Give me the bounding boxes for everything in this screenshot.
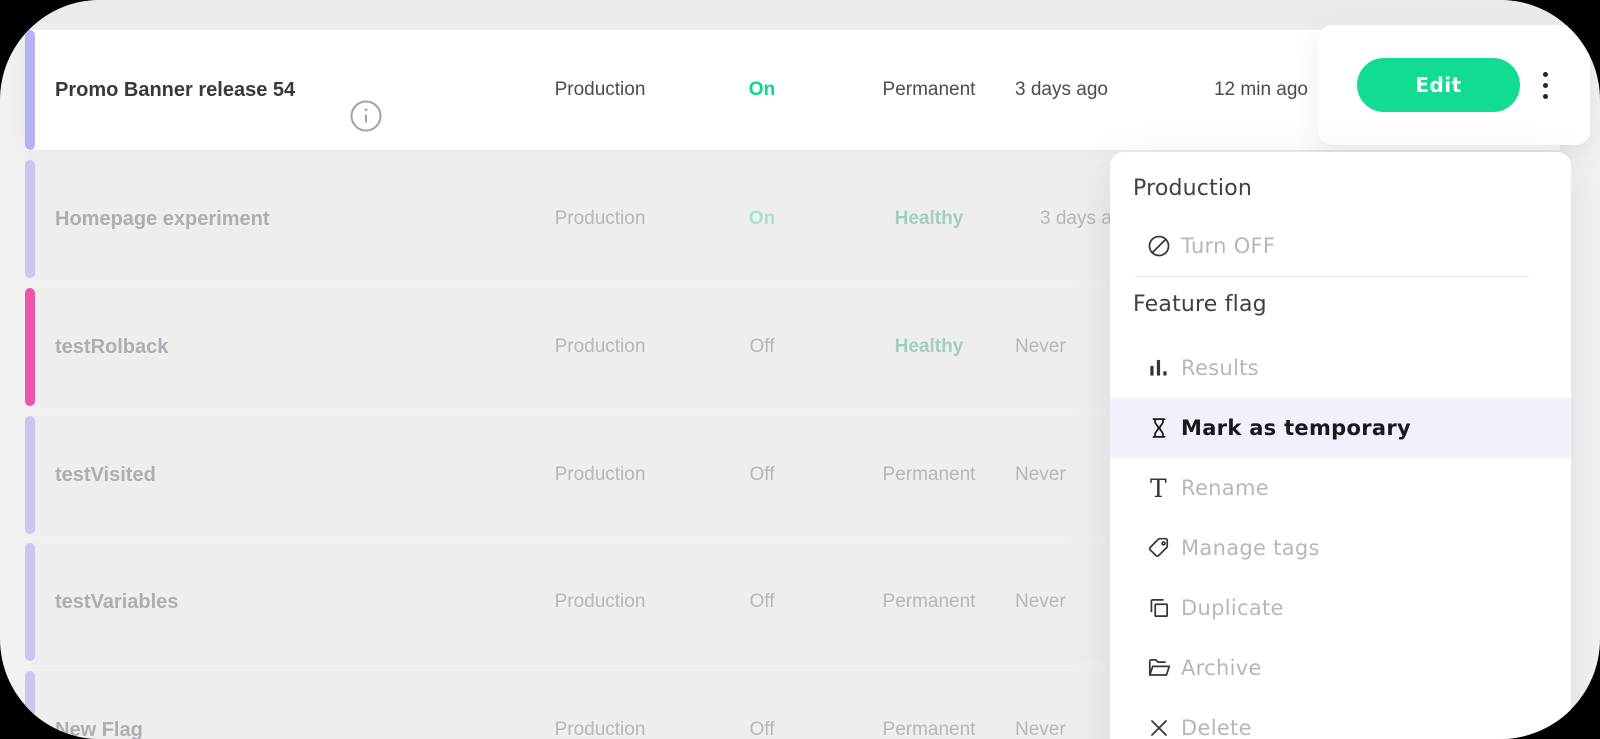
menu-item-manage-tags[interactable]: Manage tags bbox=[1110, 518, 1571, 578]
flag-name: New Flag bbox=[55, 671, 143, 739]
row-color-bar bbox=[25, 160, 35, 278]
menu-item-archive[interactable]: Archive bbox=[1110, 638, 1571, 698]
lifecycle-cell: Healthy bbox=[869, 288, 989, 406]
hourglass-icon bbox=[1145, 415, 1172, 442]
modified-cell: 12 min ago bbox=[1201, 30, 1321, 150]
lifecycle-cell: Permanent bbox=[869, 30, 989, 150]
menu-item-label: Rename bbox=[1181, 476, 1269, 500]
text-icon: T bbox=[1145, 475, 1172, 502]
menu-item-label: Mark as temporary bbox=[1181, 416, 1411, 440]
environment-cell: Production bbox=[515, 288, 685, 406]
row-color-bar bbox=[25, 30, 35, 150]
environment-cell: Production bbox=[515, 160, 685, 278]
row-color-bar bbox=[25, 543, 35, 661]
status-cell: Off bbox=[707, 416, 817, 534]
menu-item-label: Duplicate bbox=[1181, 596, 1284, 620]
flag-name: testVariables bbox=[55, 543, 178, 661]
environment-cell: Production bbox=[515, 416, 685, 534]
menu-item-label: Results bbox=[1181, 356, 1259, 380]
status-cell: Off bbox=[707, 543, 817, 661]
lifecycle-cell: Permanent bbox=[869, 416, 989, 534]
menu-item-rename[interactable]: T Rename bbox=[1110, 458, 1571, 518]
menu-item-duplicate[interactable]: Duplicate bbox=[1110, 578, 1571, 638]
partial-row-above bbox=[25, 0, 1560, 21]
row-color-bar bbox=[25, 671, 35, 739]
edit-button[interactable]: Edit bbox=[1357, 58, 1520, 112]
menu-item-results[interactable]: Results bbox=[1110, 338, 1571, 398]
menu-item-label: Manage tags bbox=[1181, 536, 1320, 560]
status-cell: Off bbox=[707, 288, 817, 406]
menu-item-delete[interactable]: Delete bbox=[1110, 698, 1571, 739]
lifecycle-cell: Permanent bbox=[869, 543, 989, 661]
kebab-menu-icon[interactable] bbox=[1530, 61, 1560, 109]
flag-name: Homepage experiment bbox=[55, 160, 270, 278]
row-actions-card: Edit bbox=[1318, 25, 1590, 145]
lifecycle-cell: Permanent bbox=[869, 671, 989, 739]
created-cell: 3 days ago bbox=[1015, 30, 1165, 150]
environment-cell: Production bbox=[515, 543, 685, 661]
menu-section-title: Production bbox=[1110, 166, 1571, 210]
menu-item-label: Archive bbox=[1181, 656, 1262, 680]
row-color-bar bbox=[25, 0, 35, 21]
tag-icon bbox=[1145, 535, 1172, 562]
menu-item-label: Delete bbox=[1181, 716, 1252, 739]
bar-chart-icon bbox=[1145, 355, 1172, 382]
environment-cell: Production bbox=[515, 671, 685, 739]
menu-item-mark-as-temporary[interactable]: Mark as temporary bbox=[1110, 398, 1571, 458]
status-cell: On bbox=[707, 160, 817, 278]
folder-open-icon bbox=[1145, 655, 1172, 682]
flag-context-menu: Production Turn OFF Feature flag Results bbox=[1110, 152, 1571, 739]
menu-item-turn-off[interactable]: Turn OFF bbox=[1110, 216, 1571, 276]
status-cell: On bbox=[707, 30, 817, 150]
status-cell: Off bbox=[707, 671, 817, 739]
info-icon[interactable] bbox=[350, 100, 382, 132]
environment-cell: Production bbox=[515, 30, 685, 150]
x-icon bbox=[1145, 715, 1172, 739]
menu-item-label: Turn OFF bbox=[1181, 234, 1275, 258]
flag-name: testVisited bbox=[55, 416, 156, 534]
row-color-bar bbox=[25, 288, 35, 406]
flag-name: Promo Banner release 54 bbox=[55, 30, 295, 150]
copy-icon bbox=[1145, 595, 1172, 622]
ban-icon bbox=[1145, 233, 1172, 260]
lifecycle-cell: Healthy bbox=[869, 160, 989, 278]
menu-section-title: Feature flag bbox=[1110, 277, 1571, 331]
feature-flags-screen: Promo Banner release 54 Production On Pe… bbox=[0, 0, 1600, 739]
flag-name: testRolback bbox=[55, 288, 168, 406]
row-color-bar bbox=[25, 416, 35, 534]
